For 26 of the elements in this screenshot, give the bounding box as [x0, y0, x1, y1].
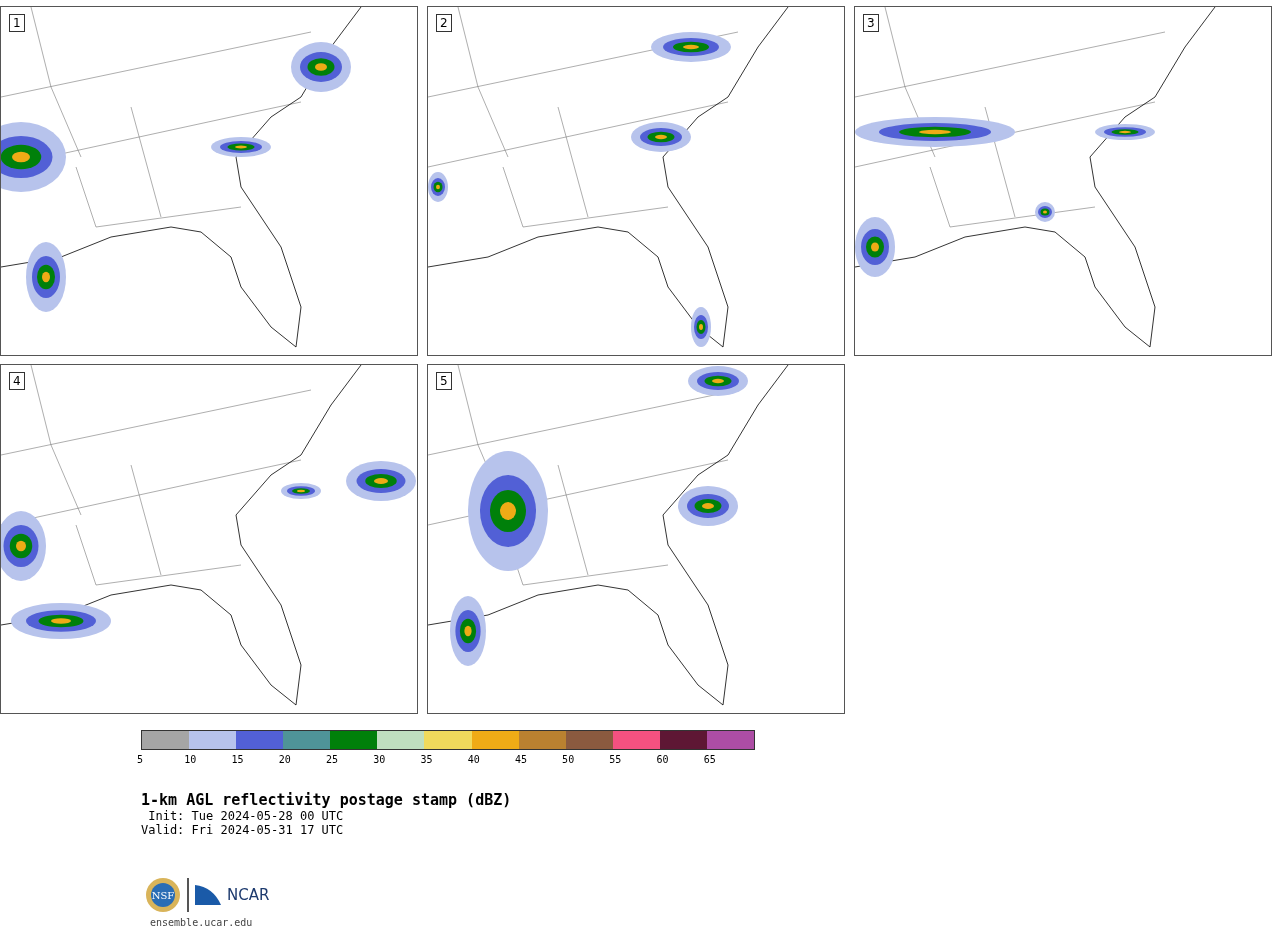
- site-url: ensemble.ucar.edu: [150, 917, 254, 928]
- init-time: Init: Tue 2024-05-28 00 UTC: [147, 809, 345, 823]
- tick-label: 25: [325, 754, 338, 765]
- tick-label: 60: [656, 754, 669, 765]
- panel-number: 5: [436, 372, 452, 390]
- tick-label: 5: [137, 754, 144, 765]
- tick-label: 50: [562, 754, 575, 765]
- logo-text: NCAR: [227, 886, 270, 904]
- panel-number: 1: [9, 14, 25, 32]
- tick-label: 35: [420, 754, 433, 765]
- swoosh-icon: [195, 885, 221, 905]
- tick-label: 40: [467, 754, 480, 765]
- tick-label: 45: [514, 754, 527, 765]
- tick-label: 10: [184, 754, 197, 765]
- tick-label: 65: [703, 754, 716, 765]
- tick-label: 15: [231, 754, 244, 765]
- tick-label: 55: [609, 754, 622, 765]
- panel-number: 2: [436, 14, 452, 32]
- chart-title: 1-km AGL reflectivity postage stamp (dBZ): [141, 791, 513, 809]
- tick-label: 20: [278, 754, 291, 765]
- valid-time: Valid: Fri 2024-05-31 17 UTC: [141, 823, 345, 837]
- seal-logo: NSF: [145, 877, 181, 913]
- panel-number: 3: [863, 14, 879, 32]
- panel-number: 4: [9, 372, 25, 390]
- divider-icon: [187, 878, 189, 912]
- tick-label: 30: [373, 754, 386, 765]
